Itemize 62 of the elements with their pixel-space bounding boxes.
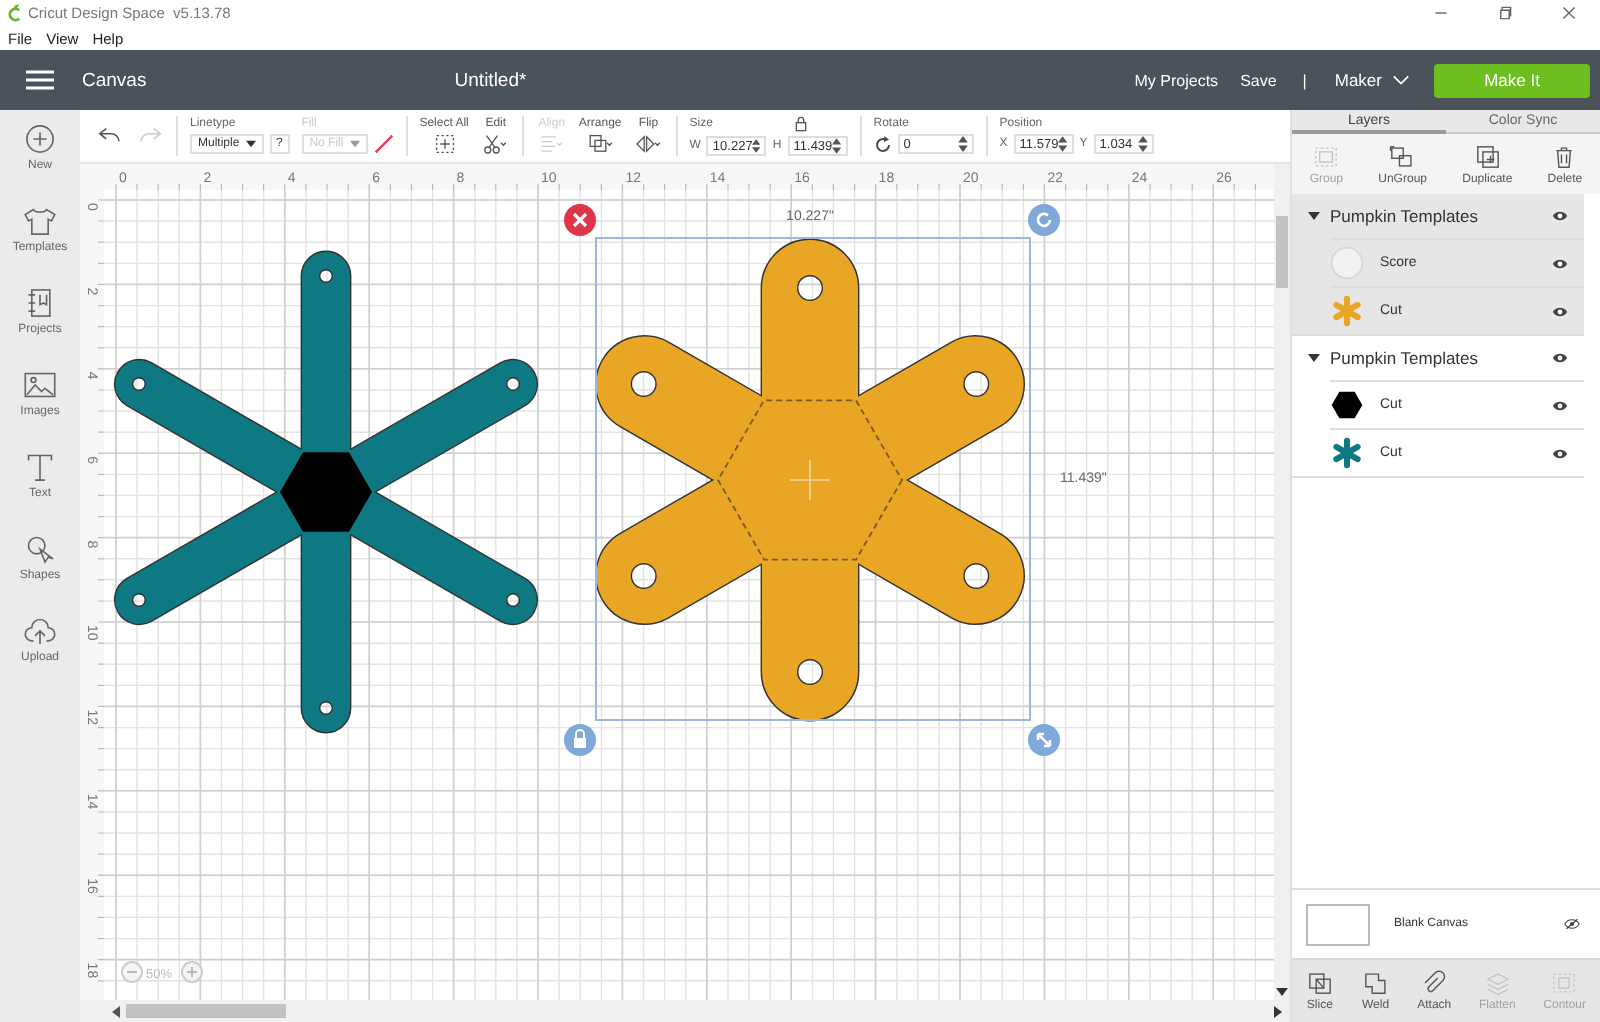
caret-icon[interactable] bbox=[1308, 354, 1320, 362]
canvas-swatch[interactable] bbox=[1306, 903, 1370, 945]
dashed-square-icon bbox=[1312, 143, 1341, 169]
eye-icon[interactable] bbox=[1552, 305, 1568, 317]
header-link[interactable]: Save bbox=[1240, 71, 1277, 89]
pen-stroke-icon bbox=[373, 134, 394, 154]
scrollbar-thumb[interactable] bbox=[1276, 216, 1288, 288]
rotate-handle[interactable] bbox=[1028, 204, 1060, 236]
delete-handle[interactable] bbox=[564, 204, 596, 236]
eye-icon[interactable] bbox=[1552, 399, 1568, 411]
cloud-upload-icon bbox=[22, 614, 58, 648]
layers-icon bbox=[1483, 970, 1512, 996]
lock-handle[interactable] bbox=[564, 724, 596, 756]
weld-icon bbox=[1361, 970, 1390, 996]
flower-shape[interactable] bbox=[113, 250, 539, 734]
spinner-icon[interactable] bbox=[1058, 136, 1068, 152]
letter-t-icon bbox=[22, 450, 58, 484]
caret-icon bbox=[349, 140, 360, 148]
center-crosshair-icon bbox=[789, 459, 831, 501]
layer-group-name: Pumpkin Templates bbox=[1330, 206, 1481, 226]
section-title: Canvas bbox=[82, 69, 147, 91]
header-separator: | bbox=[1302, 71, 1307, 89]
shirt-icon bbox=[22, 204, 58, 238]
spinner-icon[interactable] bbox=[752, 138, 761, 154]
caret-icon[interactable] bbox=[1308, 212, 1320, 220]
eye-icon[interactable] bbox=[1552, 257, 1568, 269]
close-icon bbox=[1561, 6, 1575, 20]
split-squares-icon bbox=[1388, 143, 1417, 169]
spinner-icon[interactable] bbox=[1137, 136, 1148, 152]
picture-icon bbox=[22, 368, 58, 402]
header-link[interactable]: My Projects bbox=[1134, 71, 1219, 89]
spinner-icon[interactable] bbox=[957, 136, 968, 152]
caret-icon bbox=[245, 140, 256, 148]
scroll-down-icon[interactable] bbox=[1276, 988, 1288, 996]
rotate-icon bbox=[873, 135, 892, 153]
flip-dropdown-icon bbox=[633, 131, 664, 155]
minimize-icon bbox=[1433, 6, 1447, 20]
stacked-squares-icon bbox=[1473, 143, 1502, 169]
spinner-icon[interactable] bbox=[832, 138, 842, 154]
slice-icon bbox=[1305, 970, 1334, 996]
scroll-right-icon[interactable] bbox=[1274, 1005, 1282, 1017]
paperclip-icon bbox=[1420, 970, 1449, 996]
shapes-icon bbox=[22, 532, 58, 566]
eye-icon[interactable] bbox=[1552, 210, 1568, 222]
machine-dropdown[interactable]: Maker bbox=[1334, 70, 1410, 90]
crossed-eye-icon[interactable] bbox=[1564, 918, 1580, 930]
document-title: Untitled* bbox=[452, 69, 529, 91]
resize-handle[interactable] bbox=[1028, 724, 1060, 756]
eye-icon[interactable] bbox=[1552, 352, 1568, 364]
restore-icon bbox=[1497, 6, 1511, 20]
eye-icon[interactable] bbox=[1552, 447, 1568, 459]
align-dropdown-icon bbox=[536, 131, 567, 155]
contour-icon bbox=[1550, 970, 1579, 996]
scrollbar-thumb[interactable] bbox=[126, 1004, 286, 1018]
scissors-dropdown-icon bbox=[480, 131, 511, 155]
layer-group-name: Pumpkin Templates bbox=[1330, 348, 1481, 368]
lock-icon[interactable] bbox=[794, 116, 809, 132]
chevron-down-icon bbox=[1392, 74, 1410, 86]
plus-circle-icon bbox=[22, 122, 58, 156]
stack-dropdown-icon bbox=[585, 131, 616, 155]
logo-icon bbox=[8, 4, 22, 22]
scroll-left-icon[interactable] bbox=[112, 1005, 120, 1017]
